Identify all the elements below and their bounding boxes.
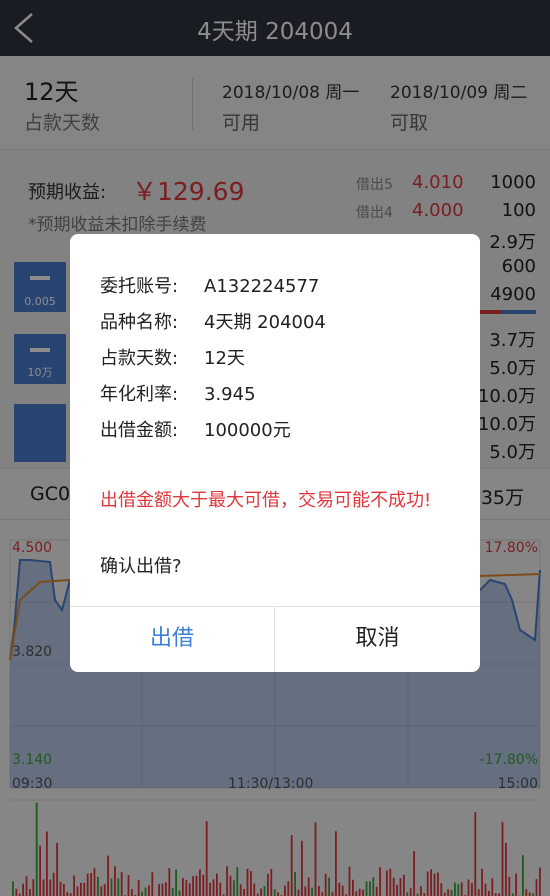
cancel-button[interactable]: 取消 xyxy=(275,607,480,672)
dialog-row-account: 委托账号: A132224577 xyxy=(100,272,319,298)
warning-text: 出借金额大于最大可借，交易可能不成功! xyxy=(100,490,432,511)
confirm-dialog: 委托账号: A132224577 品种名称: 4天期 204004 占款天数: 12天… xyxy=(70,234,480,672)
dialog-row-product: 品种名称: 4天期 204004 xyxy=(100,308,326,334)
row-key: 年化利率: xyxy=(100,384,179,405)
row-key: 品种名称: xyxy=(100,312,179,333)
row-key: 委托账号: xyxy=(100,276,179,297)
row-key: 出借金额: xyxy=(100,420,179,441)
dialog-row-amount: 出借金额: 100000元 xyxy=(100,416,291,442)
lend-button[interactable]: 出借 xyxy=(70,607,275,672)
row-value: 12天 xyxy=(204,348,245,369)
row-value: 100000元 xyxy=(204,420,291,441)
row-value: A132224577 xyxy=(204,276,320,297)
dialog-row-rate: 年化利率: 3.945 xyxy=(100,380,256,406)
row-value: 4天期 204004 xyxy=(204,312,326,333)
row-value: 3.945 xyxy=(204,384,256,405)
dialog-buttons: 出借 取消 xyxy=(70,606,480,672)
confirm-question: 确认出借? xyxy=(100,556,182,577)
row-key: 占款天数: xyxy=(100,348,179,369)
dialog-row-days: 占款天数: 12天 xyxy=(100,344,245,370)
